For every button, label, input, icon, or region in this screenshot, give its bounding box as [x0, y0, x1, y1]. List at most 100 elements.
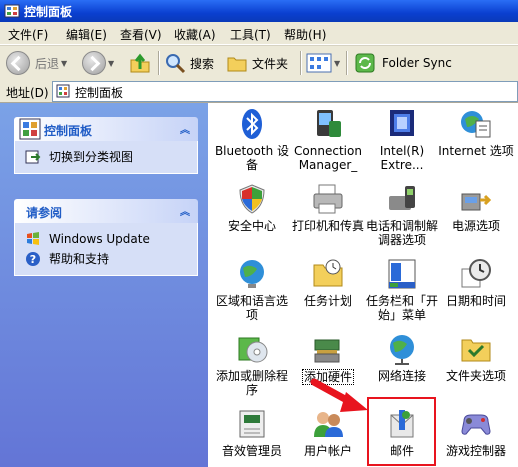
see-also-box-body: Windows Update ? 帮助和支持	[14, 223, 198, 276]
menu-edit[interactable]: 编辑(E)	[66, 26, 107, 43]
search-label: 搜索	[190, 56, 215, 71]
up-button[interactable]	[128, 50, 152, 76]
chevron-down-icon: ▼	[61, 58, 68, 68]
item-label: 电话和调制解调器选项	[365, 219, 438, 247]
folder-sync-label: Folder Sync	[382, 56, 452, 70]
folder-up-icon	[130, 53, 150, 73]
see-also-box: 请参阅 ︽ Windows Update ? 帮助和支持	[14, 199, 198, 276]
menu-help[interactable]: 帮助(H)	[284, 26, 326, 43]
address-label: 地址(D)	[6, 86, 49, 100]
scheduled-tasks-folder-icon	[313, 259, 343, 287]
power-icon	[461, 193, 492, 211]
forward-arrow-icon	[82, 51, 106, 75]
item-label: 游戏控制器	[445, 444, 506, 458]
clock-icon	[461, 259, 491, 288]
task-pane: 控制面板 ︽ 切换到分类视图 请参阅 ︽ Windows Update ? 帮助…	[0, 103, 208, 467]
item-power-options[interactable]: 电源选项	[438, 182, 514, 233]
switch-to-category-view-link[interactable]: 切换到分类视图	[25, 147, 187, 167]
control-panel-icon	[56, 84, 70, 98]
item-label: 电源选项	[451, 219, 500, 233]
internet-options-icon	[461, 111, 491, 138]
item-label: 文件夹选项	[445, 369, 506, 383]
chevron-down-icon: ▼	[108, 58, 115, 68]
folder-icon	[227, 57, 247, 72]
connection-manager-icon	[317, 110, 341, 137]
item-label: 区域和语言选项	[215, 294, 288, 322]
item-label: 安全中心	[227, 219, 276, 233]
sync-icon	[355, 53, 375, 73]
switch-view-label: 切换到分类视图	[49, 150, 134, 164]
item-phone-and-modem[interactable]: 电话和调制解调器选项	[364, 182, 440, 247]
see-also-box-header[interactable]: 请参阅 ︽	[14, 199, 198, 223]
address-input[interactable]: 控制面板	[52, 81, 518, 102]
intel-graphics-icon	[390, 110, 414, 136]
item-regional-and-language[interactable]: 区域和语言选项	[214, 257, 290, 322]
item-sound-manager[interactable]: 音效管理员	[214, 407, 290, 458]
item-internet-options[interactable]: Internet 选项	[438, 107, 514, 158]
item-bluetooth[interactable]: Bluetooth 设备	[214, 107, 290, 172]
item-label: Intel(R) Extre...	[379, 144, 425, 172]
back-label: 后退	[35, 56, 60, 71]
control-panel-box: 控制面板 ︽ 切换到分类视图	[14, 117, 198, 174]
item-network-connections[interactable]: 网络连接	[364, 332, 440, 383]
windows-update-label: Windows Update	[49, 232, 150, 246]
network-globe-icon	[390, 335, 414, 365]
menu-tools[interactable]: 工具(T)	[230, 26, 271, 43]
chevron-down-icon: ▼	[334, 58, 341, 68]
taskbar-icon	[388, 259, 416, 289]
item-label: 打印机和传真	[291, 219, 364, 233]
control-panel-box-header[interactable]: 控制面板 ︽	[14, 117, 198, 141]
menu-bar: 文件(F) 编辑(E) 查看(V) 收藏(A) 工具(T) 帮助(H)	[0, 22, 518, 45]
menu-file[interactable]: 文件(F)	[8, 26, 48, 43]
windows-update-link[interactable]: Windows Update	[25, 229, 187, 249]
item-date-and-time[interactable]: 日期和时间	[438, 257, 514, 308]
item-scheduled-tasks[interactable]: 任务计划	[290, 257, 366, 308]
item-label: 用户帐户	[303, 444, 352, 458]
collapse-icon[interactable]: ︽	[180, 121, 190, 136]
phone-icon	[389, 186, 415, 210]
shield-icon	[239, 184, 265, 214]
item-intel-extreme[interactable]: Intel(R) Extre...	[364, 107, 440, 172]
printer-icon	[313, 184, 343, 214]
search-icon	[166, 54, 186, 74]
item-label: Internet 选项	[438, 144, 514, 158]
cd-box-icon	[238, 337, 268, 363]
folders-label: 文件夹	[252, 56, 289, 71]
item-add-remove-programs[interactable]: 添加或删除程序	[214, 332, 290, 397]
forward-button[interactable]: ▼	[82, 50, 114, 76]
folder-sync-button[interactable]: Folder Sync	[354, 50, 452, 76]
windows-logo-icon	[27, 232, 39, 245]
views-button[interactable]: ▼	[306, 50, 340, 76]
bluetooth-icon	[242, 109, 262, 139]
title-bar: 控制面板	[0, 0, 518, 22]
search-button[interactable]: 搜索	[164, 50, 214, 76]
menu-view[interactable]: 查看(V)	[120, 26, 162, 43]
item-label: 音效管理员	[221, 444, 282, 458]
help-and-support-label: 帮助和支持	[49, 252, 110, 266]
control-panel-icon	[19, 118, 41, 140]
hardware-icon	[314, 339, 340, 363]
item-label: Bluetooth 设备	[214, 144, 290, 172]
control-panel-box-title: 控制面板	[44, 124, 93, 138]
views-icon	[306, 53, 332, 73]
item-taskbar-and-start-menu[interactable]: 任务栏和「开始」菜单	[364, 257, 440, 322]
svg-text:?: ?	[30, 253, 36, 266]
item-game-controllers[interactable]: 游戏控制器	[438, 407, 514, 458]
back-button[interactable]: 后退 ▼	[6, 50, 67, 76]
switch-view-icon	[25, 150, 41, 164]
item-label: 任务栏和「开始」菜单	[365, 294, 438, 322]
help-and-support-link[interactable]: ? 帮助和支持	[25, 249, 187, 269]
item-printers-and-faxes[interactable]: 打印机和传真	[290, 182, 366, 233]
address-bar: 地址(D) 控制面板	[0, 80, 518, 103]
address-value: 控制面板	[75, 86, 124, 100]
item-label: Connection Manager_	[294, 144, 362, 172]
item-folder-options[interactable]: 文件夹选项	[438, 332, 514, 383]
collapse-icon[interactable]: ︽	[180, 203, 190, 218]
folders-button[interactable]: 文件夹	[226, 50, 288, 76]
item-security-center[interactable]: 安全中心	[214, 182, 290, 233]
item-connection-manager[interactable]: Connection Manager_	[290, 107, 366, 172]
control-panel-icon	[4, 4, 20, 18]
sound-manager-icon	[239, 410, 265, 438]
back-arrow-icon	[6, 51, 30, 75]
menu-favorites[interactable]: 收藏(A)	[174, 26, 216, 43]
